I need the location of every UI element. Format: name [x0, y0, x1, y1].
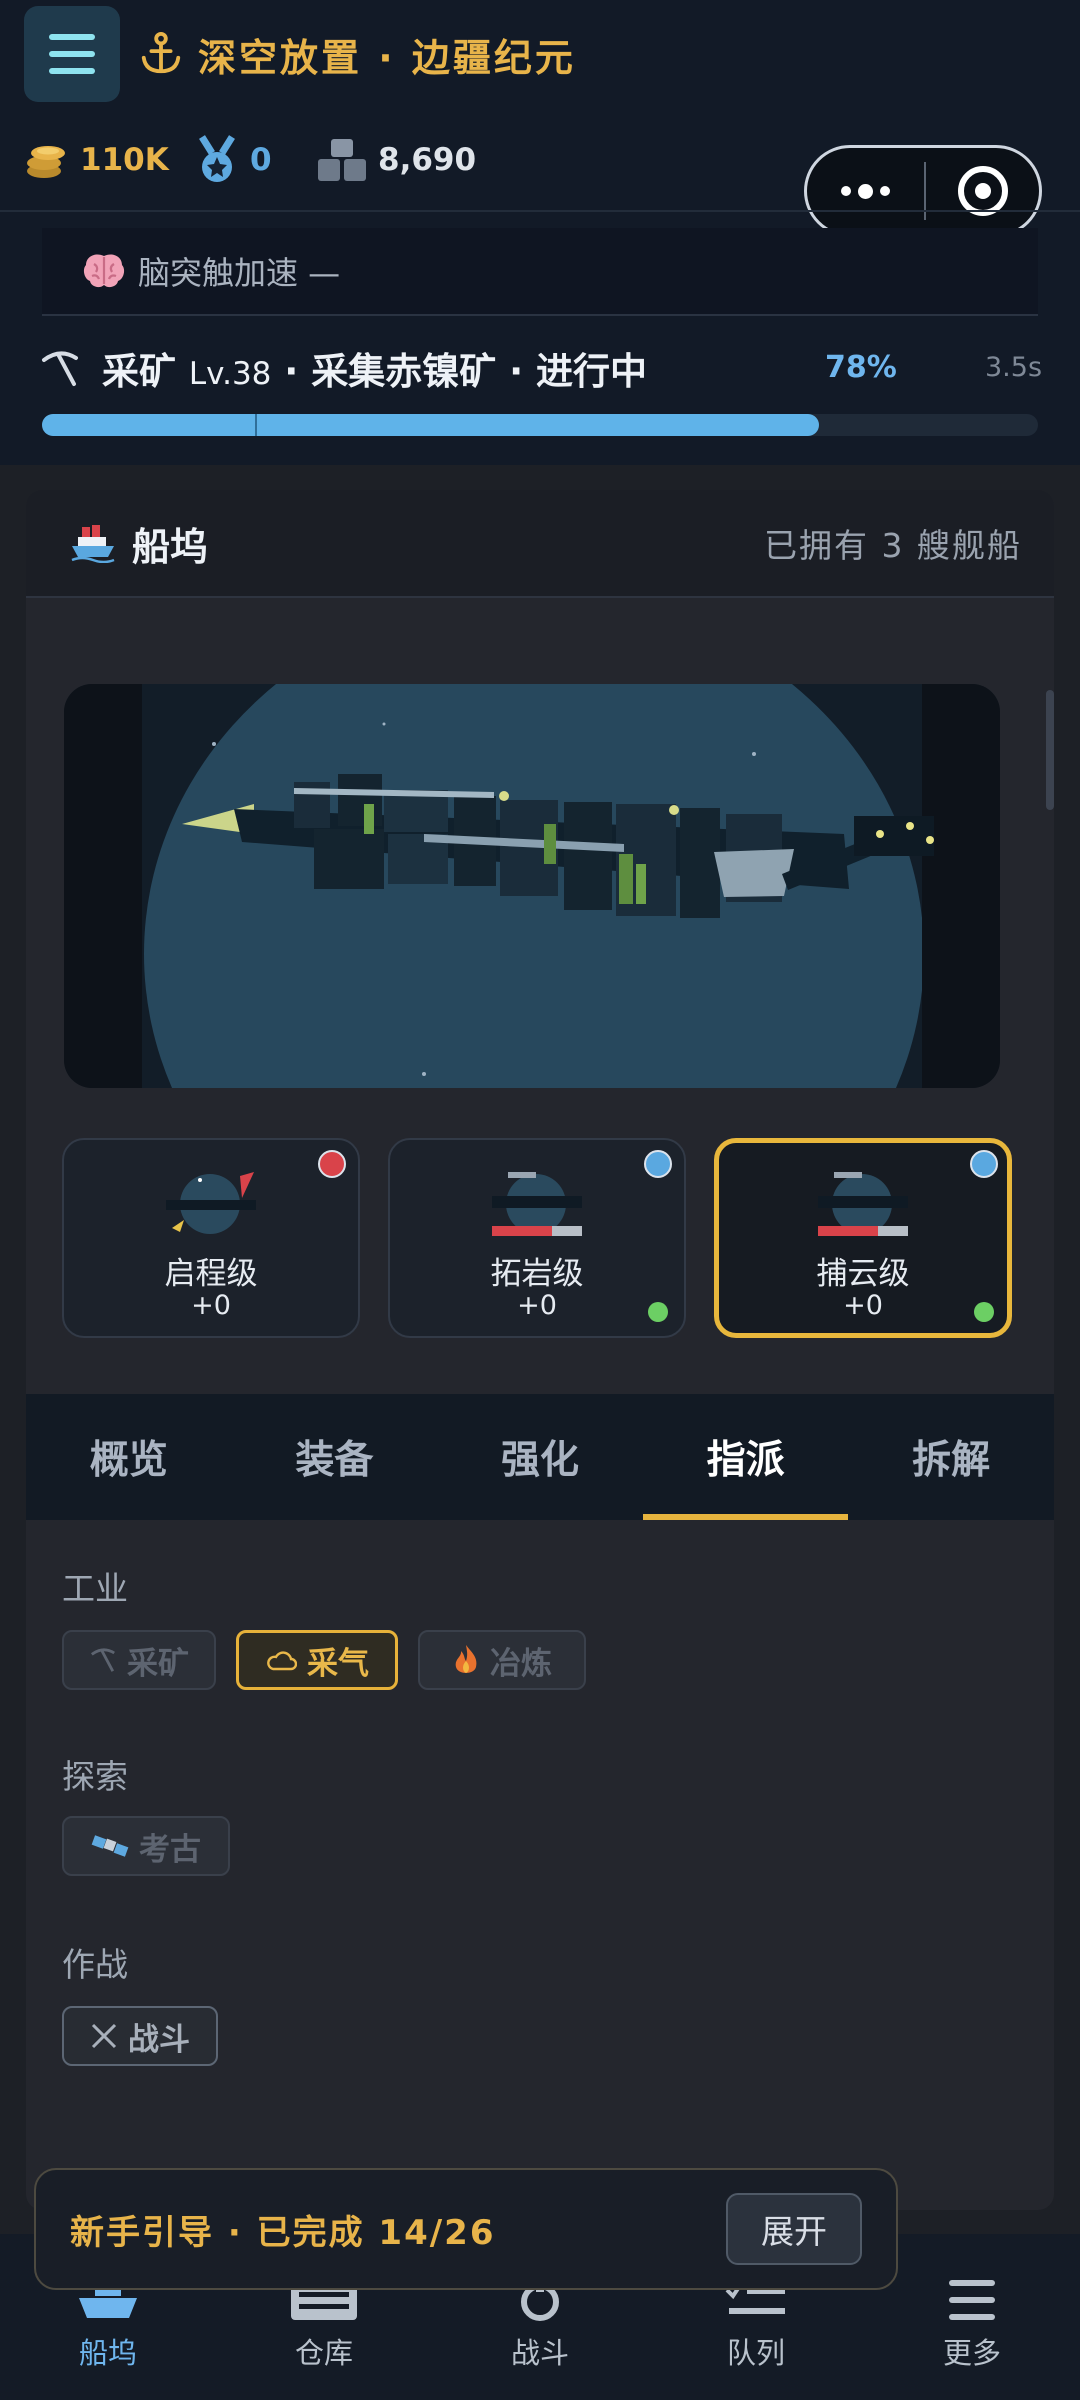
dock-header: 船坞 已拥有 3 艘舰船 — [26, 490, 1054, 598]
ship-level: +0 — [191, 1290, 231, 1321]
ship-card-selected[interactable]: 捕云级 +0 — [714, 1138, 1012, 1338]
progress-marker — [255, 414, 257, 436]
newbie-guide-bar[interactable]: 新手引导 · 已完成 14/26 展开 — [34, 2168, 898, 2290]
chip-label: 考古 — [139, 1831, 201, 1868]
ship-name: 拓岩级 — [490, 1256, 584, 1292]
guide-progress-text: 新手引导 · 已完成 14/26 — [70, 2212, 496, 2253]
more-dot-icon — [840, 186, 851, 196]
menu-icon-line — [49, 68, 95, 74]
satellite-icon — [91, 1835, 129, 1857]
ship-name: 捕云级 — [816, 1256, 910, 1292]
ship-viewer[interactable] — [64, 684, 1000, 1088]
tier-dot-icon — [644, 1150, 672, 1178]
tab-enhance[interactable]: 强化 — [437, 1394, 643, 1520]
ship-icon — [71, 525, 115, 563]
crossed-swords-icon — [91, 2023, 117, 2049]
top-bar: 深空放置 · 边疆纪元 110K 0 8,690 脑突触加速 — 采矿 Lv.3… — [0, 0, 1080, 465]
ship-card[interactable]: 拓岩级 +0 — [388, 1138, 686, 1338]
dock-title: 船坞 — [132, 524, 209, 569]
assign-gas-chip[interactable]: 采气 — [236, 1630, 398, 1690]
tab-equipment[interactable]: 装备 — [232, 1394, 438, 1520]
boost-row[interactable]: 脑突触加速 — — [42, 228, 1038, 316]
ready-dot-icon — [974, 1302, 994, 1322]
chip-label: 采矿 — [127, 1645, 189, 1682]
menu-icon-line — [49, 51, 95, 57]
more-dot-icon — [857, 183, 873, 199]
activity-level: Lv.38 — [188, 356, 272, 392]
cloud-icon — [267, 1651, 297, 1671]
ship-level: +0 — [517, 1290, 557, 1321]
resource-medals[interactable]: 0 — [194, 132, 272, 188]
nav-label: 更多 — [942, 2336, 1001, 2370]
target-icon — [957, 166, 1008, 216]
activity-task: · 采集赤镍矿 · 进行中 — [284, 350, 648, 393]
assign-combat-chip[interactable]: 战斗 — [62, 2006, 218, 2066]
ship-list: 启程级 +0 拓岩级 +0 捕云级 +0 — [62, 1138, 1022, 1338]
dock-panel: 船坞 已拥有 3 艘舰船 启程级 +0 拓岩级 +0 捕云级 +0 概览 装备 … — [26, 490, 1054, 2210]
more-options-button[interactable] — [807, 183, 924, 199]
tier-dot-icon — [318, 1150, 346, 1178]
coin-stack-icon — [27, 146, 65, 178]
assign-mining-chip[interactable]: 采矿 — [62, 1630, 216, 1690]
activity-progress-fill — [42, 414, 819, 436]
section-combat-label: 作战 — [62, 1945, 128, 1984]
fire-icon — [455, 1645, 477, 1673]
game-title: 深空放置 · 边疆纪元 — [138, 22, 576, 86]
chip-label: 战斗 — [128, 2021, 190, 2058]
ship-thumbnail — [492, 1172, 582, 1236]
activity-row[interactable]: 采矿 Lv.38 · 采集赤镍矿 · 进行中 78% 3.5s — [40, 338, 1043, 398]
nav-label: 战斗 — [510, 2336, 569, 2370]
brain-icon — [83, 254, 125, 288]
main-menu-button[interactable] — [24, 6, 120, 102]
nav-label: 仓库 — [294, 2336, 353, 2370]
ship-model-render — [182, 722, 934, 1076]
game-title-text: 深空放置 · 边疆纪元 — [198, 35, 576, 80]
ship-name: 启程级 — [164, 1256, 258, 1292]
medal-icon — [199, 135, 235, 182]
pickaxe-icon — [42, 351, 78, 386]
nav-label: 队列 — [726, 2336, 785, 2370]
crate-icon — [318, 139, 366, 181]
assign-smelting-chip[interactable]: 冶炼 — [418, 1630, 586, 1690]
guide-expand-button[interactable]: 展开 — [726, 2193, 862, 2265]
ready-dot-icon — [648, 1302, 668, 1322]
activity-progress-bar — [42, 414, 1038, 436]
menu-icon — [864, 2274, 1080, 2322]
activity-skill: 采矿 — [102, 350, 176, 393]
section-industry-label: 工业 — [62, 1569, 128, 1608]
ship-thumbnail — [818, 1172, 908, 1236]
chip-label: 采气 — [307, 1645, 369, 1682]
activity-text: 采矿 Lv.38 · 采集赤镍矿 · 进行中 — [102, 341, 647, 395]
tier-dot-icon — [970, 1150, 998, 1178]
tab-assign[interactable]: 指派 — [642, 1394, 849, 1520]
activity-percent: 78% — [825, 350, 897, 385]
anchor-icon — [141, 31, 181, 74]
resource-coins[interactable]: 110K — [22, 132, 169, 188]
mini-program-capsule — [804, 145, 1042, 237]
coins-value: 110K — [80, 142, 169, 178]
resource-crates[interactable]: 8,690 — [316, 132, 476, 188]
activity-time: 3.5s — [985, 352, 1043, 383]
divider — [0, 210, 1080, 212]
tab-overview[interactable]: 概览 — [26, 1394, 232, 1520]
section-explore-label: 探索 — [62, 1757, 128, 1796]
boost-label: 脑突触加速 — — [138, 254, 341, 292]
ship-level: +0 — [843, 1290, 883, 1321]
nav-label: 船坞 — [78, 2336, 137, 2370]
ship-thumbnail — [166, 1172, 256, 1234]
panel-scrollbar[interactable] — [1046, 690, 1054, 810]
crates-value: 8,690 — [378, 142, 477, 178]
owned-ships-count: 已拥有 3 艘舰船 — [764, 526, 1022, 565]
more-dot-icon — [879, 186, 890, 196]
chip-label: 冶炼 — [490, 1645, 552, 1682]
close-program-button[interactable] — [926, 166, 1039, 216]
ship-card[interactable]: 启程级 +0 — [62, 1138, 360, 1338]
ship-detail-tabs: 概览 装备 强化 指派 拆解 — [26, 1394, 1054, 1520]
assign-archaeology-chip[interactable]: 考古 — [62, 1816, 230, 1876]
medals-value: 0 — [250, 142, 272, 178]
tab-dismantle[interactable]: 拆解 — [848, 1394, 1054, 1520]
pickaxe-icon — [90, 1648, 115, 1672]
menu-icon-line — [49, 34, 95, 40]
